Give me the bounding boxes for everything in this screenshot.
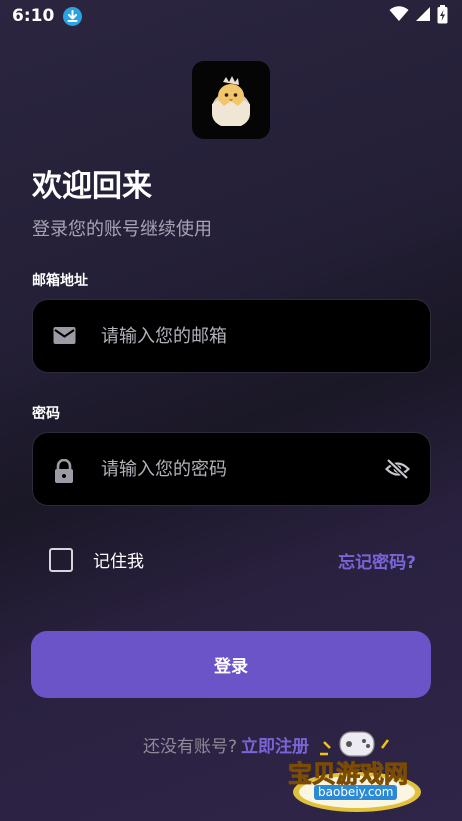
- download-notification-icon: [63, 6, 83, 26]
- page-title: 欢迎回来: [32, 169, 152, 204]
- page-subtitle: 登录您的账号继续使用: [32, 219, 212, 240]
- status-bar: 6:10: [0, 0, 462, 32]
- watermark-logo: 宝贝游戏网 baobeiy.com: [284, 722, 434, 817]
- eye-off-icon[interactable]: [384, 458, 411, 484]
- email-input[interactable]: [101, 300, 361, 372]
- login-button[interactable]: 登录: [31, 631, 431, 698]
- password-field-container[interactable]: [32, 432, 431, 506]
- remember-me-row[interactable]: 记住我: [49, 547, 144, 572]
- status-time: 6:10: [12, 6, 55, 26]
- watermark-url: baobeiy.com: [314, 785, 398, 800]
- remember-me-label[interactable]: 记住我: [93, 547, 144, 572]
- forgot-password-link[interactable]: 忘记密码?: [338, 548, 416, 573]
- wifi-icon: [389, 6, 409, 26]
- lock-icon: [53, 458, 75, 487]
- signup-prompt: 还没有账号?: [143, 737, 238, 757]
- email-field-container[interactable]: [32, 299, 431, 373]
- chick-in-egg-logo-icon: [212, 76, 250, 126]
- battery-charging-icon: [437, 4, 448, 28]
- app-logo: [192, 61, 270, 139]
- email-label: 邮箱地址: [32, 273, 88, 289]
- remember-me-checkbox[interactable]: [49, 547, 73, 572]
- mail-icon: [53, 326, 76, 350]
- password-input[interactable]: [101, 433, 361, 505]
- cellular-signal-icon: [415, 6, 431, 26]
- password-label: 密码: [32, 406, 60, 422]
- watermark-text: 宝贝游戏网: [288, 760, 409, 789]
